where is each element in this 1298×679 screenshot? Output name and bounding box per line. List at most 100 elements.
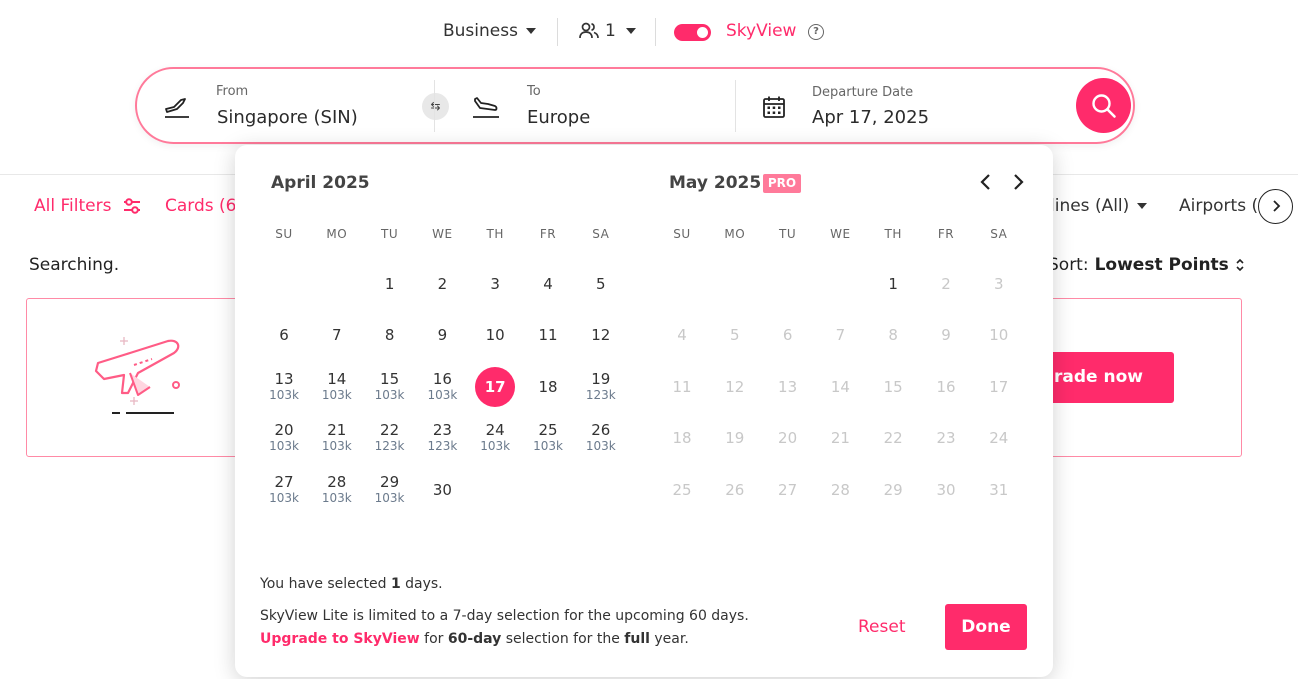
passengers-dropdown[interactable]: 1	[579, 21, 636, 41]
sort-dropdown[interactable]: Sort: Lowest Points	[1048, 255, 1245, 275]
day-points-price: 123k	[427, 439, 458, 453]
calendar-day: 15	[869, 365, 917, 409]
day-number: 6	[279, 326, 289, 344]
weekday-header: TU	[381, 227, 399, 241]
departure-date-input[interactable]: Apr 17, 2025	[812, 107, 929, 128]
upgrade-link[interactable]: Upgrade to SkyView	[260, 631, 420, 647]
calendar-day[interactable]: 16 103k	[418, 365, 466, 409]
prev-month-button[interactable]	[973, 169, 999, 195]
next-month-button[interactable]	[1005, 169, 1031, 195]
reset-button[interactable]: Reset	[858, 617, 906, 637]
calendar-day[interactable]: 26 103k	[577, 416, 625, 460]
to-input[interactable]: Europe	[527, 107, 590, 128]
day-number: 4	[543, 275, 553, 293]
day-number: 14	[830, 378, 850, 396]
day-number: 30	[936, 481, 956, 499]
calendar-day[interactable]: 3	[471, 262, 519, 306]
divider	[557, 18, 558, 46]
sliders-icon[interactable]	[122, 197, 142, 215]
calendar-day[interactable]: 8	[366, 313, 414, 357]
day-number: 23	[936, 429, 956, 447]
calendar-day[interactable]: 2	[418, 262, 466, 306]
calendar-day-selected[interactable]: 17	[471, 365, 519, 409]
day-points-price: 103k	[427, 388, 458, 402]
day-number: 7	[332, 326, 342, 344]
scroll-right-button[interactable]	[1258, 189, 1293, 224]
calendar-day[interactable]: 7	[313, 313, 361, 357]
calendar-day[interactable]: 5	[577, 262, 625, 306]
selection-prefix: You have selected	[260, 576, 391, 592]
calendar-day[interactable]: 9	[418, 313, 466, 357]
all-filters-button[interactable]: All Filters	[34, 196, 111, 216]
done-button[interactable]: Done	[945, 604, 1027, 650]
calendar-day[interactable]: 10	[471, 313, 519, 357]
calendar-day: 25	[658, 468, 706, 512]
day-number: 28	[830, 481, 850, 499]
calendar-day: 4	[658, 313, 706, 357]
calendar-day[interactable]: 20 103k	[260, 416, 308, 460]
skyview-toggle[interactable]	[674, 24, 711, 41]
from-input[interactable]: Singapore (SIN)	[217, 107, 358, 128]
calendar-day[interactable]: 27 103k	[260, 468, 308, 512]
day-number: 19	[591, 370, 611, 388]
day-points-price: 103k	[374, 491, 405, 505]
calendar-day[interactable]: 29 103k	[366, 468, 414, 512]
day-number: 1	[888, 275, 898, 293]
calendar-day: 31	[975, 468, 1023, 512]
day-number: 26	[591, 421, 611, 439]
swap-airports-button[interactable]: ⇆	[422, 93, 449, 120]
calendar-day[interactable]: 24 103k	[471, 416, 519, 460]
day-number: 15	[883, 378, 903, 396]
calendar-day[interactable]: 28 103k	[313, 468, 361, 512]
calendar-day[interactable]: 25 103k	[524, 416, 572, 460]
calendar-day[interactable]: 15 103k	[366, 365, 414, 409]
upgrade-text: for	[419, 631, 448, 647]
day-number: 20	[778, 429, 798, 447]
calendar-day[interactable]: 6	[260, 313, 308, 357]
calendar-day[interactable]: 1	[366, 262, 414, 306]
upgrade-notice: Upgrade to SkyView for 60-day selection …	[260, 631, 689, 647]
day-number: 8	[888, 326, 898, 344]
calendar-day[interactable]: 14 103k	[313, 365, 361, 409]
search-status: Searching.	[29, 255, 120, 275]
day-number: 9	[941, 326, 951, 344]
calendar-day: 7	[816, 313, 864, 357]
weekday-header: SU	[673, 227, 691, 241]
calendar-day[interactable]: 19 123k	[577, 365, 625, 409]
weekday-header: MO	[724, 227, 746, 241]
calendar-day[interactable]: 22 123k	[366, 416, 414, 460]
calendar-day[interactable]: 21 103k	[313, 416, 361, 460]
chevron-right-icon	[1014, 174, 1024, 190]
calendar-day[interactable]: 30	[418, 468, 466, 512]
calendar-day[interactable]: 4	[524, 262, 572, 306]
weekday-header: SU	[275, 227, 293, 241]
calendar-day[interactable]: 13 103k	[260, 365, 308, 409]
airlines-dropdown[interactable]: lines (All)	[1050, 196, 1148, 216]
day-number: 6	[782, 326, 793, 344]
upgrade-now-label: rade now	[1054, 367, 1143, 387]
calendar-day: 9	[922, 313, 970, 357]
calendar-day[interactable]: 23 123k	[418, 416, 466, 460]
help-icon[interactable]: ?	[808, 24, 824, 40]
flight-search-bar: From Singapore (SIN) ⇆ To Europe Departu…	[135, 67, 1135, 144]
cabin-class-dropdown[interactable]: Business	[443, 21, 536, 41]
day-points-price: 103k	[321, 439, 352, 453]
weekday-header: FR	[539, 227, 557, 241]
day-number: 5	[730, 326, 740, 344]
departure-date-label: Departure Date	[812, 85, 914, 100]
calendar-day[interactable]: 11	[524, 313, 572, 357]
search-button[interactable]	[1076, 78, 1131, 133]
day-number: 16	[432, 370, 452, 388]
day-number: 5	[596, 275, 606, 293]
cards-filter-button[interactable]: Cards (6	[165, 196, 236, 216]
calendar-day: 27	[764, 468, 812, 512]
day-points-price: 103k	[321, 491, 352, 505]
calendar-day[interactable]: 1	[869, 262, 917, 306]
calendar-day: 3	[975, 262, 1023, 306]
airports-dropdown[interactable]: Airports (	[1179, 196, 1258, 216]
calendar-day: 24	[975, 416, 1023, 460]
calendar-day[interactable]: 18	[524, 365, 572, 409]
weekday-header: WE	[830, 227, 851, 241]
calendar-day[interactable]: 12	[577, 313, 625, 357]
calendar-day: 2	[922, 262, 970, 306]
